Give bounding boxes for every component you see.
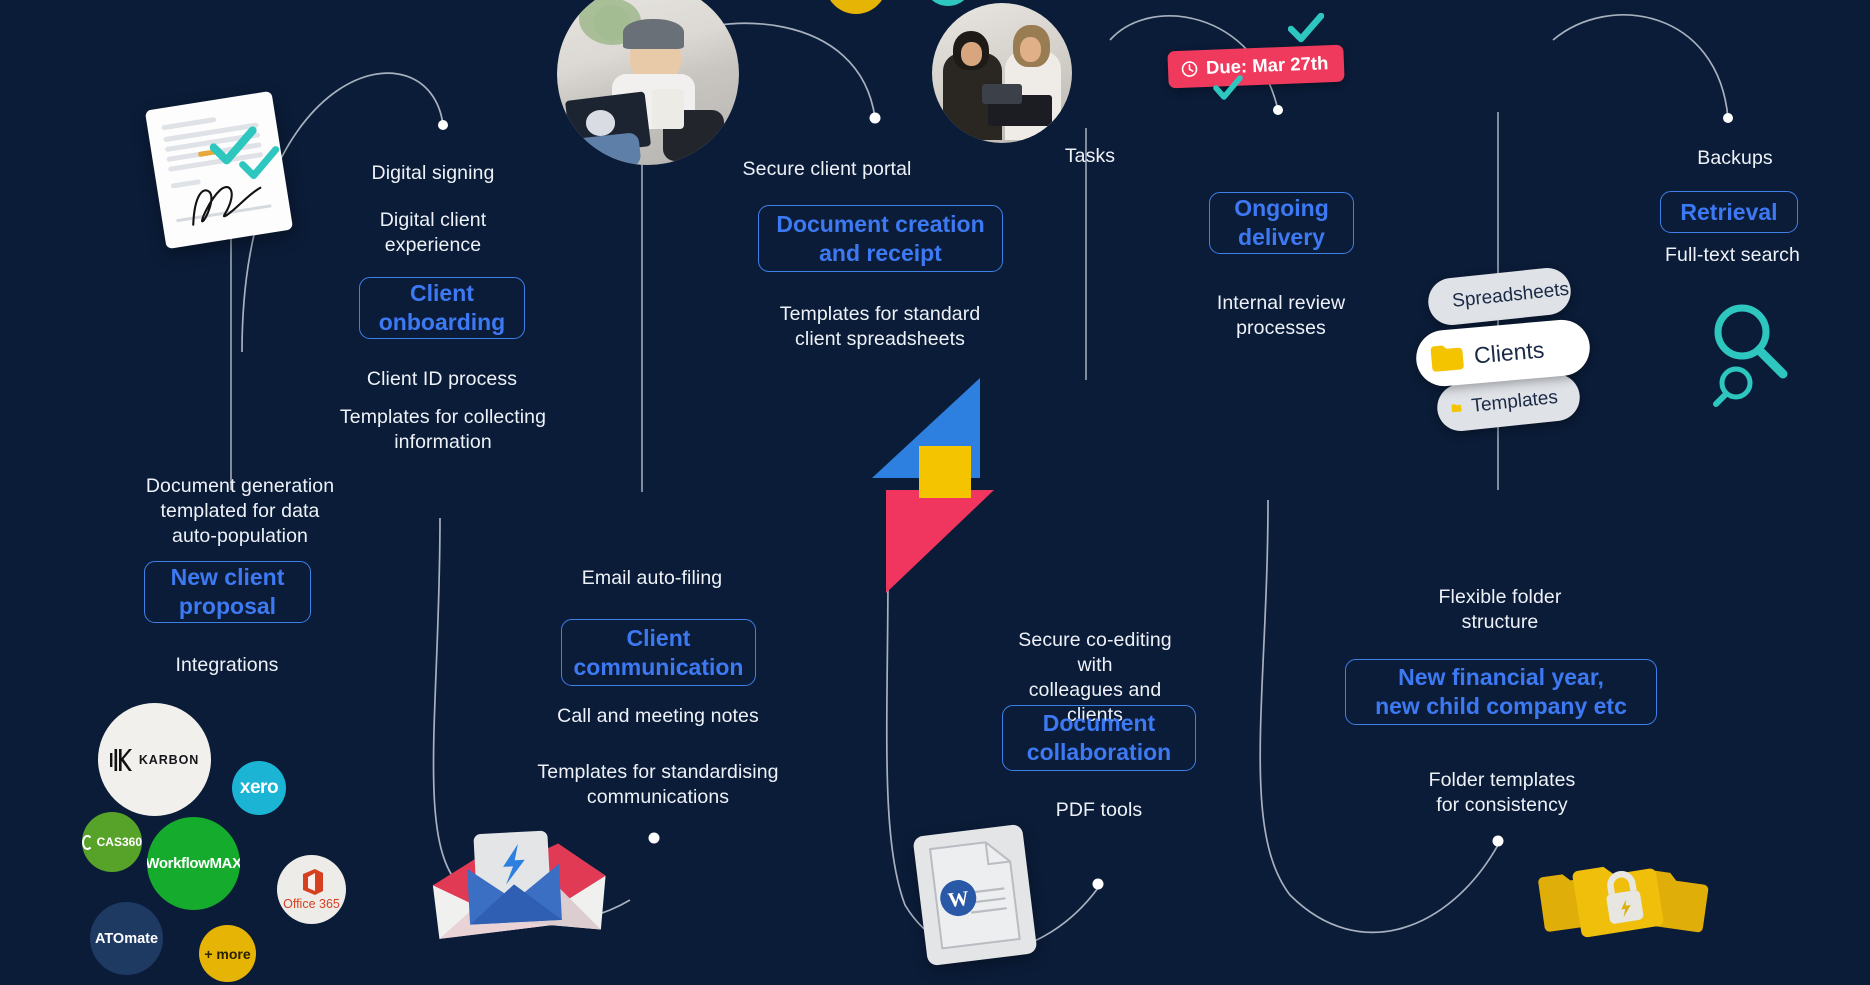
label-secure-client-portal: Secure client portal — [742, 158, 912, 180]
search-icon-small — [1713, 366, 1753, 407]
label-client-id-process: Client ID process — [366, 368, 518, 390]
folder-icon — [1430, 345, 1464, 372]
pill-new-financial-year[interactable]: New financial year, new child company et… — [1345, 659, 1657, 725]
integration-label-cas360: CAS360 — [96, 835, 142, 849]
integration-logo-office365[interactable]: Office 365 — [277, 855, 346, 924]
integration-logo-xero[interactable]: xero — [232, 761, 286, 815]
fyi-lightning-logo — [872, 378, 994, 593]
two-people-with-laptop-photo — [932, 3, 1072, 143]
label-templates-collecting-info: Templates for collecting information — [339, 406, 547, 453]
svg-text:W: W — [946, 886, 970, 912]
integration-logo-workflowmax[interactable]: WorkflowMAX — [147, 817, 240, 910]
label-templates-standard-spreadsheets: Templates for standard client spreadshee… — [779, 303, 981, 350]
integration-logo-cas360[interactable]: CAS360 — [82, 812, 142, 872]
label-folder-templates-consistency: Folder templates for consistency — [1428, 769, 1576, 816]
pill-document-collaboration[interactable]: Document collaboration — [1002, 705, 1196, 771]
label-pdf-tools: PDF tools — [1055, 799, 1143, 821]
integration-label-workflowmax: WorkflowMAX — [147, 855, 240, 872]
locked-folders-icon — [1536, 845, 1716, 965]
label-internal-review-processes: Internal review processes — [1216, 292, 1346, 339]
integration-logo-karbon[interactable]: KARBON — [98, 703, 211, 816]
pill-new-client-proposal[interactable]: New client proposal — [144, 561, 311, 623]
pill-client-onboarding[interactable]: Client onboarding — [359, 277, 525, 339]
folder-icon — [1451, 404, 1462, 413]
label-backups: Backups — [1697, 147, 1773, 169]
integration-logo-more[interactable]: + more — [199, 925, 256, 982]
integration-label-atomate: ATOmate — [94, 930, 159, 947]
folder-pill-label-spreadsheets: Spreadsheets — [1451, 278, 1570, 312]
label-flexible-folder-structure: Flexible folder structure — [1438, 586, 1562, 633]
label-templates-standardising-comms: Templates for standardising communicatio… — [537, 761, 779, 808]
label-document-generation: Document generation templated for data a… — [145, 475, 335, 547]
integration-label-office365: Office 365 — [283, 896, 340, 911]
folder-icon — [1442, 291, 1444, 313]
folder-pill-label-templates: Templates — [1470, 386, 1559, 417]
checkmark-icon-top — [1288, 13, 1324, 43]
envelope-stack-icon — [432, 822, 607, 952]
folder-pill-label-clients: Clients — [1472, 335, 1546, 368]
pill-ongoing-delivery[interactable]: Ongoing delivery — [1209, 192, 1354, 254]
label-tasks: Tasks — [1064, 145, 1116, 167]
pill-document-creation-receipt[interactable]: Document creation and receipt — [758, 205, 1003, 272]
word-document-icon: W — [912, 823, 1038, 967]
label-call-meeting-notes: Call and meeting notes — [557, 705, 759, 727]
clock-icon — [1181, 60, 1198, 77]
checkmark-icon-lower — [1213, 75, 1243, 100]
karbon-mark-icon — [109, 748, 132, 771]
integration-label-more: + more — [204, 945, 251, 962]
signed-document-icon — [144, 90, 294, 250]
pill-client-communication[interactable]: Client communication — [561, 619, 756, 686]
person-with-laptop-photo — [557, 0, 739, 165]
label-integrations: Integrations — [175, 654, 279, 676]
office-mark-icon — [302, 868, 323, 895]
label-full-text-search: Full-text search — [1665, 244, 1800, 266]
integration-logo-atomate[interactable]: ATOmate — [90, 902, 163, 975]
folder-pill-spreadsheets[interactable]: Spreadsheets — [1425, 265, 1574, 328]
integration-label-xero: xero — [239, 777, 279, 798]
cas360-mark-icon — [82, 834, 93, 850]
due-date-badge[interactable]: Due: Mar 27th — [1167, 44, 1345, 89]
pill-retrieval[interactable]: Retrieval — [1660, 191, 1798, 233]
label-digital-signing: Digital signing — [371, 162, 495, 184]
label-email-auto-filing: Email auto-filing — [581, 567, 723, 589]
label-digital-client-experience: Digital client experience — [379, 209, 487, 256]
integration-label-karbon: KARBON — [138, 752, 200, 767]
decorative-circle-yellow — [825, 0, 887, 14]
infographic-canvas: Digital signing Digital client experienc… — [0, 0, 1870, 985]
